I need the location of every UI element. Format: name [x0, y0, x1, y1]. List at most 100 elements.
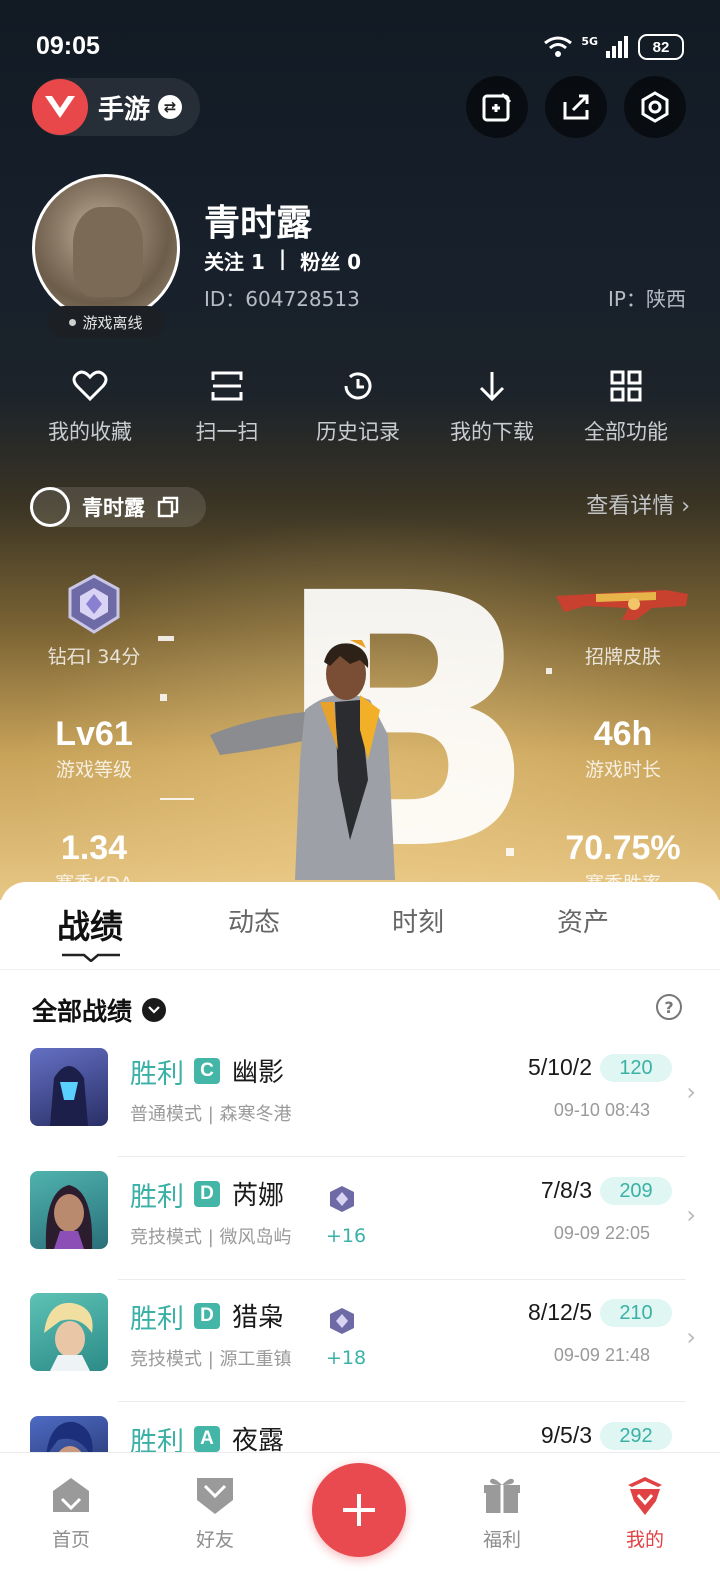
quick-action-label: 我的收藏: [48, 420, 132, 444]
agent-thumbnail: [30, 1171, 108, 1249]
chevron-right-icon: ›: [686, 1078, 696, 1106]
stat-rank-label: 钻石I 34分: [47, 646, 141, 668]
decor-dot: [506, 848, 514, 856]
nav-friends[interactable]: 好友: [160, 1471, 270, 1552]
settings-button[interactable]: [624, 76, 686, 138]
match-mode-map: 竞技模式 | 微风岛屿: [130, 1227, 292, 1248]
status-bar: 09:05 5G 82: [36, 30, 684, 66]
stat-hours-value: 46h: [593, 715, 653, 753]
match-grade: D: [194, 1181, 220, 1207]
stat-level: Lv61 游戏等级: [14, 715, 174, 782]
match-grade: C: [194, 1058, 220, 1084]
copy-icon[interactable]: [157, 496, 179, 518]
agent-thumbnail: [30, 1416, 108, 1452]
home-icon: [53, 1478, 89, 1512]
quick-action-scan[interactable]: 扫一扫: [162, 366, 292, 446]
help-icon[interactable]: ?: [656, 994, 682, 1020]
edit-card-button[interactable]: [466, 76, 528, 138]
agent-character-illustration: [210, 640, 395, 880]
swap-icon: ⇄: [158, 95, 183, 119]
tab-highlights[interactable]: 时刻: [358, 902, 478, 939]
match-score: 120: [600, 1054, 672, 1082]
friends-icon: [197, 1478, 233, 1514]
stat-kda-value: 1.34: [60, 829, 128, 867]
diamond-rank-mini-icon: [330, 1186, 354, 1212]
match-kda: 7/8/3: [540, 1177, 592, 1203]
game-role-pill[interactable]: 青时露: [30, 487, 206, 527]
signal-icon: [606, 36, 628, 58]
create-post-button[interactable]: [312, 1463, 406, 1557]
stat-skin-label: 招牌皮肤: [584, 646, 661, 668]
row-divider: [118, 1156, 686, 1157]
status-indicators: 5G 82: [543, 34, 684, 60]
follow-stats: 关注 1 | 粉丝 0: [204, 246, 361, 275]
match-time: 09-09 22:05: [553, 1223, 650, 1243]
stat-skin[interactable]: 招牌皮肤: [543, 640, 703, 669]
profile-icon: [628, 1477, 662, 1515]
match-row[interactable]: 胜利 A 夜露 9/5/3 292 ›: [0, 1416, 720, 1452]
user-id: ID：604728513: [204, 287, 360, 311]
stat-winrate-value: 70.75%: [565, 829, 681, 867]
plus-icon: [343, 1494, 375, 1526]
match-result: 胜利: [130, 1182, 184, 1213]
nav-label: 首页: [51, 1529, 90, 1551]
status-badge-label: 游戏离线: [82, 313, 143, 332]
wifi-icon: [544, 36, 573, 57]
share-button[interactable]: [545, 76, 607, 138]
game-switcher[interactable]: 手游 ⇄: [32, 78, 200, 136]
decor-line: [160, 798, 194, 800]
nav-benefits[interactable]: 福利: [447, 1471, 557, 1552]
match-kda: 5/10/2: [528, 1054, 592, 1080]
match-row[interactable]: 胜利 C 幽影 普通模式 | 森寒冬港 5/10/2 120 09-10 08:…: [0, 1048, 720, 1170]
quick-action-downloads[interactable]: 我的下载: [427, 366, 557, 446]
fans-count[interactable]: 粉丝 0: [300, 246, 361, 275]
avatar[interactable]: [32, 174, 180, 322]
match-row[interactable]: 胜利 D 猎枭 竞技模式 | 源工重镇 +18 8/12/5 210 09-09…: [0, 1293, 720, 1415]
match-row[interactable]: 胜利 D 芮娜 竞技模式 | 微风岛屿 +16 7/8/3 209 09-09 …: [0, 1171, 720, 1293]
match-result: 胜利: [130, 1059, 184, 1090]
view-details-link[interactable]: 查看详情 ›: [586, 488, 690, 520]
quick-action-all-features[interactable]: 全部功能: [561, 366, 691, 446]
match-grade: D: [194, 1303, 220, 1329]
nav-label: 我的: [625, 1529, 664, 1551]
following-count[interactable]: 关注 1: [204, 246, 265, 275]
chevron-down-icon: [142, 998, 167, 1022]
ip-location: IP：陕西: [608, 287, 686, 311]
match-result: 胜利: [130, 1427, 184, 1452]
match-score: 292: [600, 1422, 672, 1450]
tab-records[interactable]: 战绩: [30, 900, 150, 948]
match-kda: 9/5/3: [540, 1422, 592, 1448]
agent-thumbnail: [30, 1293, 108, 1371]
stat-level-value: Lv61: [55, 715, 133, 753]
tab-moments-feed[interactable]: 动态: [194, 902, 314, 939]
quick-action-label: 我的下载: [450, 420, 534, 444]
match-agent: 猎枭: [232, 1303, 285, 1333]
nav-label: 好友: [195, 1529, 234, 1551]
quick-action-history[interactable]: 历史记录: [293, 366, 423, 446]
records-filter[interactable]: 全部战绩: [32, 992, 167, 1028]
stat-rank[interactable]: 钻石I 34分: [14, 640, 174, 669]
tab-assets[interactable]: 资产: [523, 902, 643, 939]
filter-label: 全部战绩: [32, 997, 133, 1026]
match-score: 210: [600, 1299, 672, 1327]
valorant-logo-icon: [32, 79, 88, 135]
grid-icon: [610, 370, 642, 402]
network-type: 5G: [581, 34, 598, 48]
role-avatar: [30, 487, 70, 527]
bottom-navigation: 首页 好友 福利 我的: [0, 1452, 720, 1575]
nav-me[interactable]: 我的: [590, 1471, 700, 1552]
nickname: 青时露: [204, 203, 313, 244]
nav-label: 福利: [482, 1529, 521, 1551]
offline-dot-icon: [69, 318, 77, 326]
decor-dot: [546, 668, 552, 674]
scan-icon: [211, 371, 243, 401]
match-agent: 夜露: [232, 1426, 285, 1452]
stat-level-label: 游戏等级: [55, 759, 132, 782]
weapon-skin-image: [556, 590, 688, 620]
match-kda: 8/12/5: [528, 1299, 592, 1325]
heart-icon: [72, 370, 108, 402]
diamond-rank-mini-icon: [330, 1308, 354, 1334]
quick-action-favorites[interactable]: 我的收藏: [25, 366, 155, 446]
match-time: 09-10 08:43: [553, 1100, 650, 1120]
nav-home[interactable]: 首页: [16, 1471, 126, 1552]
